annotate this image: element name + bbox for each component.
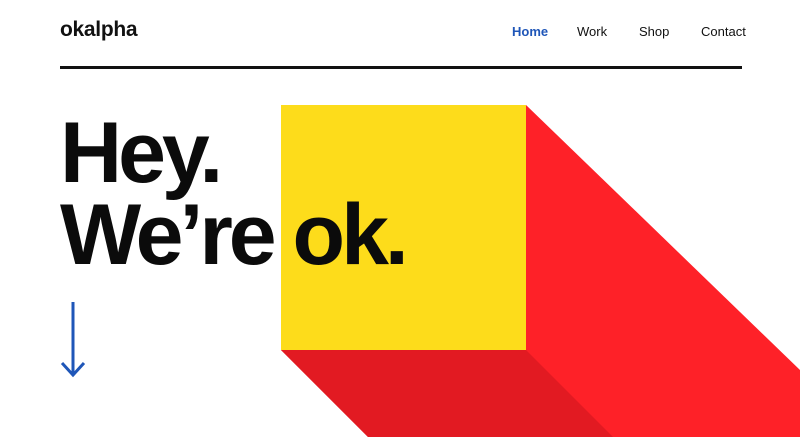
headline-line-2: We’re ok. <box>60 187 409 283</box>
headline-line-1: Hey. <box>60 105 223 201</box>
arrow-down-icon[interactable] <box>59 300 89 380</box>
hero-headline: Hey. We’re ok. <box>60 105 409 283</box>
